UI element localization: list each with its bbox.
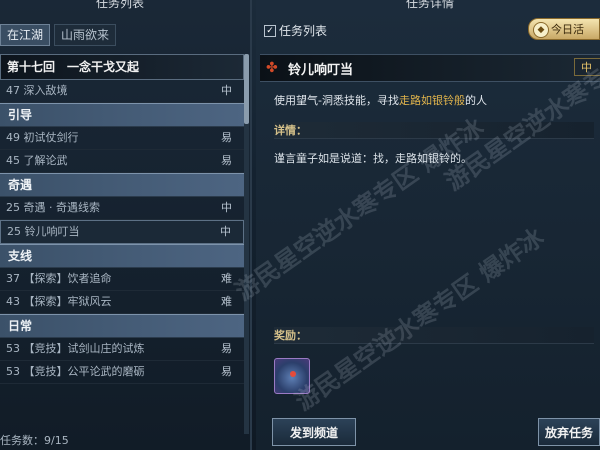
- daily-activity-label: 今日活: [551, 23, 584, 36]
- quest-difficulty: 易: [221, 131, 232, 144]
- quest-list-toggle[interactable]: ✓ 任务列表: [264, 22, 327, 39]
- quest-row-label: 43 【探索】牢狱风云: [6, 295, 112, 308]
- details-text: 谨言童子如是说道：找，走路如银铃的。: [274, 152, 472, 165]
- quest-row-label: 53 【竞技】公平论武的磨砺: [6, 365, 145, 378]
- quest-row[interactable]: 53 【竞技】公平论武的磨砺 易: [0, 361, 244, 384]
- quest-difficulty: 易: [221, 365, 232, 378]
- quest-list-title: 任务列表: [95, 0, 144, 10]
- quest-row[interactable]: 45 了解论武 易: [0, 150, 244, 173]
- quest-objective: 使用望气-洞悉技能，寻找走路如银铃般的人: [274, 92, 487, 108]
- quest-row-label: 53 【竞技】试剑山庄的试炼: [6, 342, 145, 355]
- scrollbar-thumb[interactable]: [244, 54, 249, 124]
- rewards-header: 奖励：: [274, 327, 594, 344]
- quest-tabs: 在江湖 山雨欲来: [0, 24, 117, 46]
- quest-difficulty: 中: [221, 84, 232, 97]
- quest-difficulty: 难: [221, 272, 232, 285]
- quest-difficulty: 难: [221, 295, 232, 308]
- category-guide[interactable]: 引导: [0, 103, 244, 127]
- quest-row-label: 25 奇遇 · 奇遇线索: [6, 201, 100, 214]
- objective-suffix: 的人: [464, 94, 487, 107]
- quest-count: 任务数：9/15: [0, 434, 69, 447]
- quest-row-label: 47 深入敌境: [6, 84, 68, 97]
- quest-row[interactable]: 37 【探索】饮者追命 难: [0, 268, 244, 291]
- quest-difficulty-tag: 中: [574, 58, 600, 76]
- maple-leaf-icon: ✤: [266, 60, 278, 76]
- quest-header: ✤ 铃儿响叮当 中: [260, 54, 600, 82]
- quest-difficulty: 易: [221, 342, 232, 355]
- chapter-header[interactable]: 第十七回 一念干戈又起: [0, 54, 244, 80]
- details-header: 详情：: [274, 122, 594, 139]
- quest-row-label: 25 铃儿响叮当: [7, 225, 80, 238]
- item-dot: [290, 371, 296, 377]
- quest-row-label: 45 了解论武: [6, 154, 68, 167]
- game-window: 任务列表 在江湖 山雨欲来 第十七回 一念干戈又起 47 深入敌境中 引导 49…: [0, 0, 600, 450]
- quest-list-scrollbar[interactable]: [244, 54, 249, 434]
- quest-list-panel: 任务列表 在江湖 山雨欲来 第十七回 一念干戈又起 47 深入敌境中 引导 49…: [0, 0, 252, 450]
- gourd-item-icon[interactable]: [274, 358, 310, 394]
- quest-row-selected[interactable]: 25 铃儿响叮当 中: [0, 220, 244, 244]
- quest-row-label: 49 初试仗剑行: [6, 131, 79, 144]
- tab-storm-coming[interactable]: 山雨欲来: [54, 24, 117, 46]
- objective-highlight: 走路如银铃般: [398, 94, 465, 107]
- category-daily[interactable]: 日常: [0, 314, 244, 338]
- quest-row[interactable]: 47 深入敌境 中: [0, 80, 244, 103]
- quest-detail-title: 任务详情: [406, 0, 455, 10]
- quest-row[interactable]: 53 【竞技】试剑山庄的试炼 易: [0, 338, 244, 361]
- quest-row[interactable]: 25 奇遇 · 奇遇线索 中: [0, 197, 244, 220]
- daily-activity-button[interactable]: ◆ 今日活: [528, 18, 600, 40]
- quest-row[interactable]: 43 【探索】牢狱风云 难: [0, 291, 244, 314]
- calendar-icon: ◆: [533, 22, 549, 38]
- quest-difficulty: 中: [220, 225, 231, 238]
- objective-prefix: 使用望气-洞悉技能，寻找: [274, 94, 399, 107]
- tab-in-jianghu[interactable]: 在江湖: [0, 24, 51, 46]
- category-side[interactable]: 支线: [0, 244, 244, 268]
- quest-row[interactable]: 49 初试仗剑行 易: [0, 127, 244, 150]
- quest-row-label: 37 【探索】饮者追命: [6, 272, 112, 285]
- checkbox-icon[interactable]: ✓: [264, 24, 276, 37]
- abandon-quest-button[interactable]: 放弃任务: [538, 418, 600, 446]
- quest-difficulty: 中: [221, 201, 232, 214]
- checkbox-label: 任务列表: [279, 24, 328, 38]
- quest-list: 第十七回 一念干戈又起 47 深入敌境中 引导 49 初试仗剑行易 45 了解论…: [0, 54, 244, 384]
- category-encounter[interactable]: 奇遇: [0, 173, 244, 197]
- quest-difficulty: 易: [221, 154, 232, 167]
- send-to-channel-button[interactable]: 发到频道: [272, 418, 356, 446]
- quest-name: 铃儿响叮当: [288, 63, 354, 78]
